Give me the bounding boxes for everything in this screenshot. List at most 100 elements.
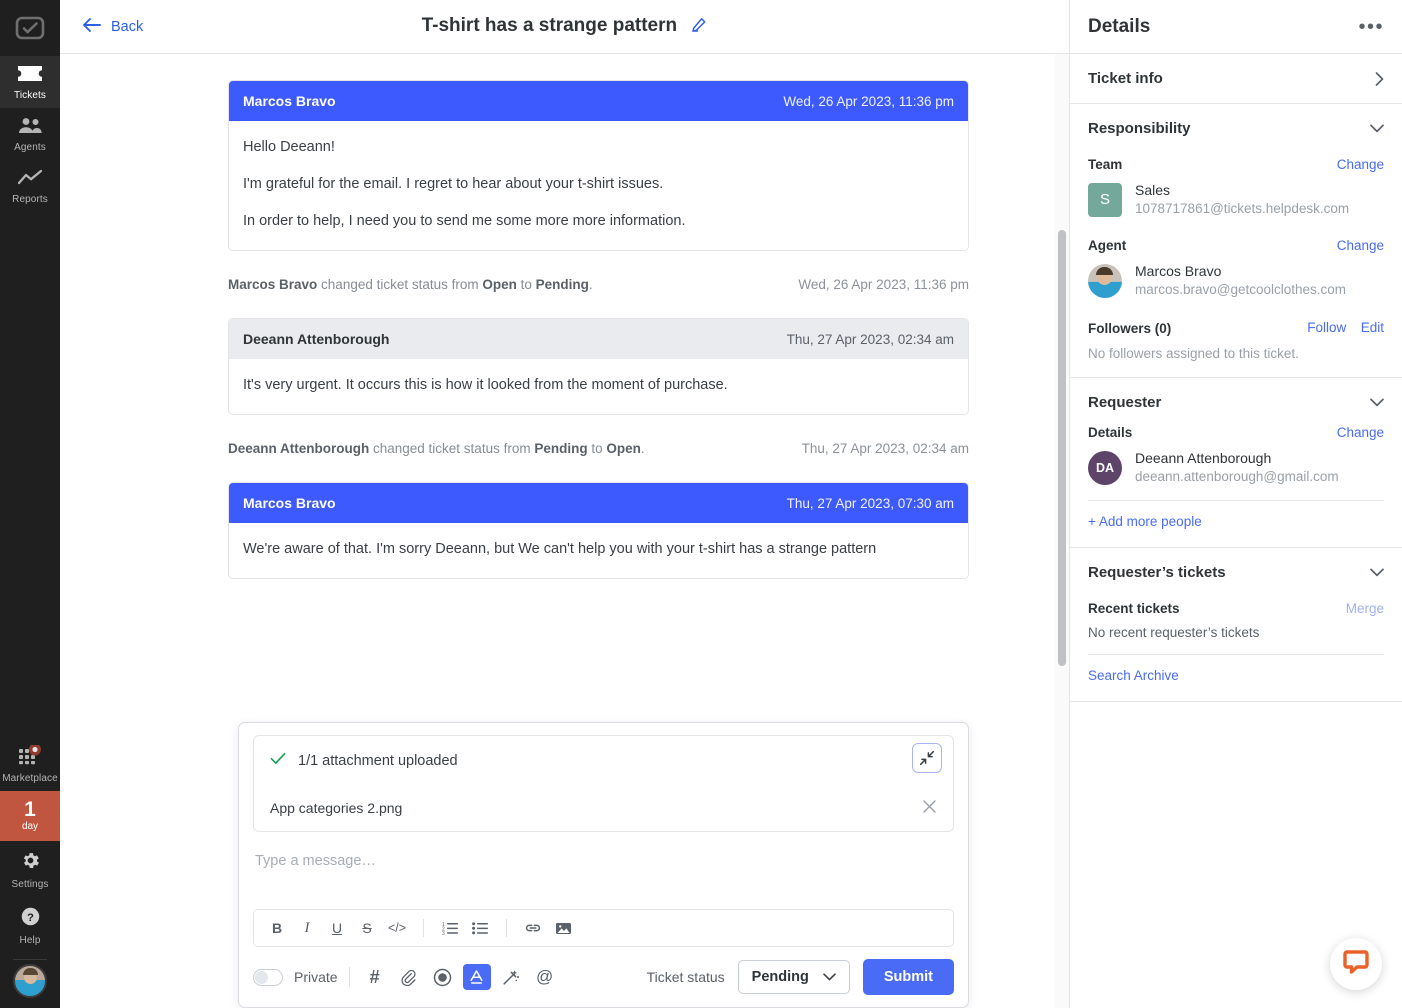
strikethrough-button[interactable]: S [354,916,380,940]
ticket-info-section[interactable]: Ticket info [1070,54,1402,104]
sidebar-item-agents[interactable]: Agents [0,108,60,160]
message-card: Marcos Bravo Wed, 26 Apr 2023, 11:36 pm … [228,80,969,252]
event-text: changed ticket status from [317,277,483,293]
attachment-item[interactable]: App categories 2.png [270,799,937,817]
pencil-icon[interactable] [691,17,707,39]
follow-link[interactable]: Follow [1307,320,1346,335]
message-paragraph: I'm grateful for the email. I regret to … [243,176,664,193]
requester-header[interactable]: Requester [1088,394,1384,411]
merge-link[interactable]: Merge [1346,601,1384,616]
thread-scrollbar[interactable] [1055,54,1069,1008]
ordered-list-button[interactable]: 123 [437,916,463,940]
chevron-down-icon [823,969,836,985]
followers-label: Followers (0) [1088,320,1172,336]
sidebar-item-settings[interactable]: Settings [0,841,60,897]
sidebar-item-label: Help [19,935,41,946]
chat-widget-button[interactable] [1330,938,1382,990]
sidebar-item-help[interactable]: ? Help [0,897,60,953]
agent-label: Agent [1088,238,1127,254]
team-row: Team Change [1088,157,1384,172]
message-placeholder: Type a message… [255,853,376,869]
requester-divider [1088,500,1384,502]
mention-icon[interactable]: @ [531,964,559,990]
message-author: Marcos Bravo [243,495,336,512]
toolbar-divider [423,919,424,937]
details-header: Details ••• [1070,0,1402,54]
event-actor: Marcos Bravo [228,277,318,293]
svg-text:3: 3 [442,931,445,935]
ticket-info-row[interactable]: Ticket info [1088,70,1384,87]
responsibility-header[interactable]: Responsibility [1088,120,1384,137]
private-toggle[interactable] [253,968,283,986]
ticket-status-select[interactable]: Pending [737,960,850,994]
message-body: It's very urgent. It occurs this is how … [229,359,968,415]
attachment-panel: 1/1 attachment uploaded App categories 2… [253,735,954,832]
agents-icon [17,117,43,139]
event-to-status: Pending [535,277,589,293]
bold-button[interactable]: B [264,916,290,940]
sidebar-item-tickets[interactable]: Tickets [0,56,60,108]
current-user-avatar[interactable] [13,964,47,998]
sidebar-item-label: Marketplace [2,772,58,784]
trial-days-count: 1 [24,797,36,821]
ticket-info-label: Ticket info [1088,70,1163,87]
link-button[interactable] [520,916,546,940]
requester-section: Requester Details Change DA Deeann Atten… [1070,378,1402,549]
image-button[interactable] [550,916,576,940]
app-root: Tickets Agents Reports Marketplace 1 day… [0,0,1402,1008]
chevron-down-icon [1370,124,1384,133]
attachment-status-text: 1/1 attachment uploaded [298,752,458,769]
back-button[interactable]: Back [82,17,143,37]
attachment-icon[interactable] [395,964,423,990]
message-body: We're aware of that. I'm sorry Deeann, b… [229,523,968,579]
thread-scrollbar-thumb[interactable] [1058,230,1066,666]
team-change-link[interactable]: Change [1337,157,1384,172]
toolbar-divider [506,919,507,937]
requester-tickets-section: Requester’s tickets Recent tickets Merge… [1070,548,1402,703]
team-entry: S Sales 1078717861@tickets.helpdesk.com [1088,181,1384,218]
status-change-text: Deeann Attenborough changed ticket statu… [228,441,645,456]
ticket-status-label: Ticket status [646,969,725,985]
agent-change-link[interactable]: Change [1337,238,1384,253]
message-paragraph: Hello Deeann! [243,139,335,155]
responsibility-section: Responsibility Team Change S Sales 10787… [1070,104,1402,379]
requester-tickets-header[interactable]: Requester’s tickets [1088,564,1384,581]
code-button[interactable]: </> [384,916,410,940]
followers-edit-link[interactable]: Edit [1361,320,1384,335]
bullet-list-button[interactable] [467,916,493,940]
agent-avatar [1088,263,1122,298]
underline-button[interactable]: U [324,916,350,940]
sidebar-item-marketplace[interactable]: Marketplace [0,736,60,791]
search-archive-link[interactable]: Search Archive [1088,668,1179,683]
composer-submit-group: Ticket status Pending Submit [647,959,954,995]
app-logo[interactable] [0,0,60,56]
team-email: 1078717861@tickets.helpdesk.com [1135,200,1350,216]
canned-response-icon[interactable]: # [361,964,389,990]
collapse-arrows-icon[interactable] [912,743,942,773]
record-icon[interactable] [429,964,457,990]
sidebar-item-reports[interactable]: Reports [0,160,60,212]
page-title: T-shirt has a strange pattern [60,15,1069,39]
message-body: Hello Deeann! I'm grateful for the email… [229,121,968,251]
message-author: Deeann Attenborough [243,331,390,348]
add-more-people-link[interactable]: + Add more people [1088,514,1202,529]
ticket-conversation-pane: Back T-shirt has a strange pattern Marco… [60,0,1070,1008]
message-timestamp: Thu, 27 Apr 2023, 07:30 am [786,495,954,511]
italic-button[interactable]: I [294,916,320,940]
svg-text:?: ? [27,912,34,924]
ellipsis-icon[interactable]: ••• [1358,17,1384,37]
close-icon[interactable] [922,799,937,817]
event-from-status: Open [482,277,517,293]
agent-info: Marcos Bravo marcos.bravo@getcoolclothes… [1135,262,1346,299]
status-change-event: Marcos Bravo changed ticket status from … [228,277,969,292]
ai-assist-icon[interactable] [497,964,525,990]
sidebar-item-label: Reports [12,194,48,205]
submit-button[interactable]: Submit [862,959,954,995]
followers-row: Followers (0) Follow Edit [1088,319,1384,337]
message-input[interactable]: Type a message… [239,832,968,909]
text-format-icon[interactable] [462,964,491,990]
event-from-status: Pending [534,441,588,457]
requester-change-link[interactable]: Change [1337,425,1384,440]
trial-days-badge[interactable]: 1 day [0,790,60,841]
team-label: Team [1088,157,1123,172]
